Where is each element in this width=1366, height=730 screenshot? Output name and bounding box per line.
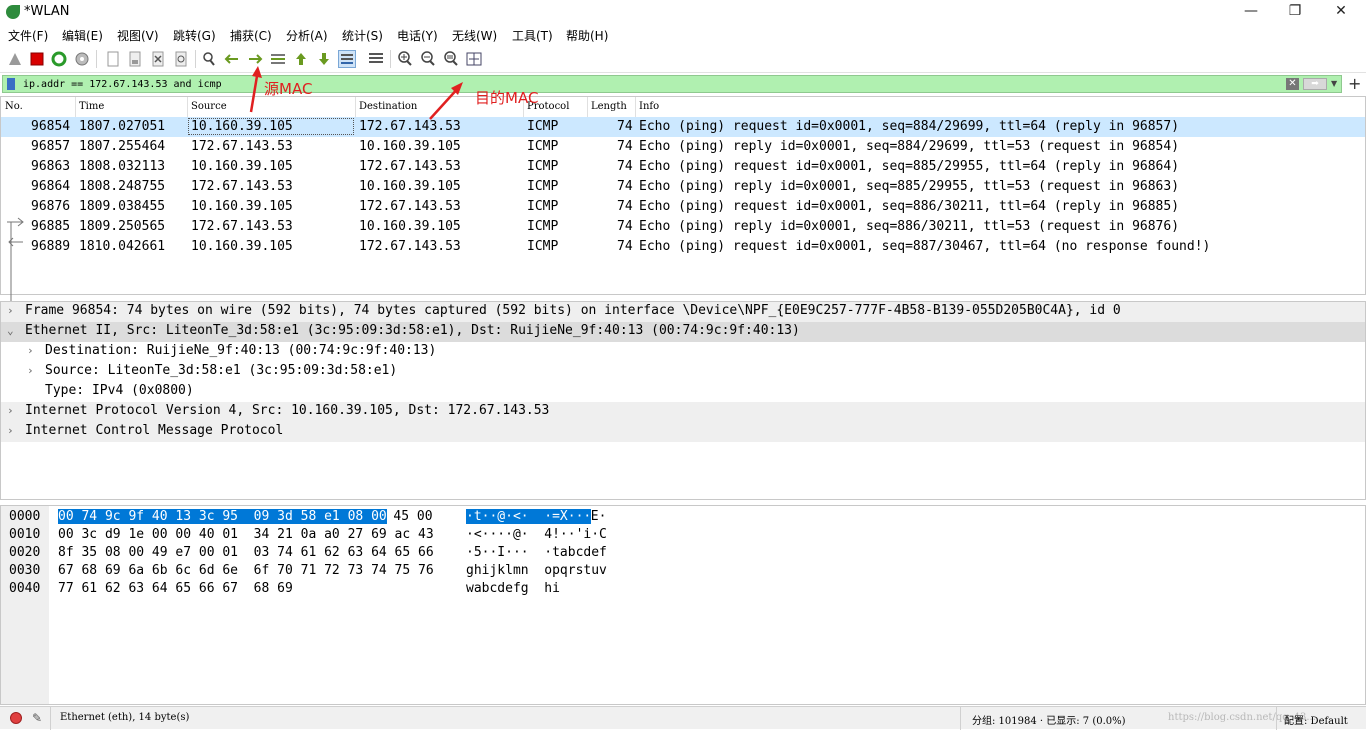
annotation-arrows <box>249 66 463 120</box>
src-mac-arrowhead <box>252 66 262 78</box>
dst-mac-annotation: 目的MAC <box>475 89 539 107</box>
src-mac-annotation: 源MAC <box>264 80 313 98</box>
